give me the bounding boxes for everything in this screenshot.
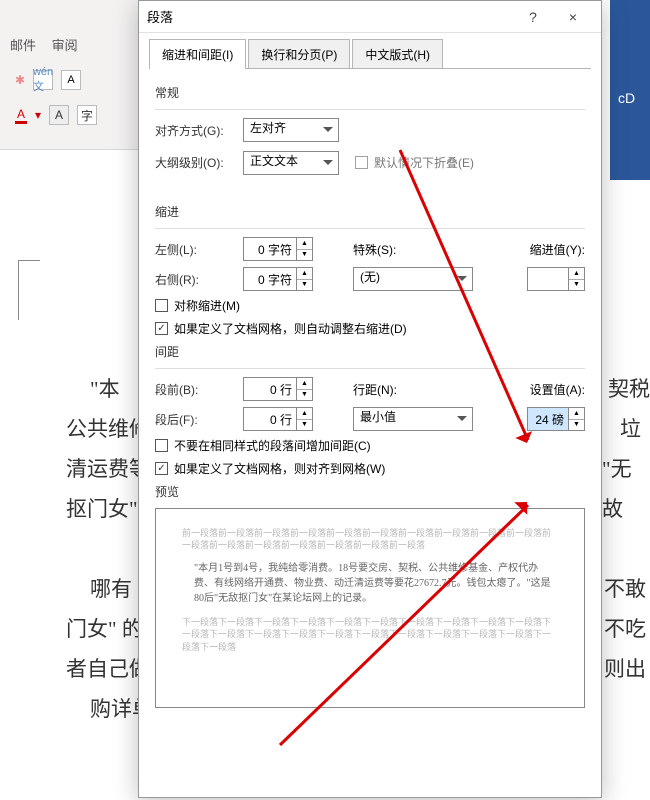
label-outline-level: 大纲级别(O):	[155, 154, 235, 171]
spin-up-icon[interactable]: ▲	[297, 408, 312, 420]
doc-text: "无故	[602, 450, 650, 530]
section-general: 常规	[155, 84, 585, 101]
dialog-tabs: 缩进和间距(I) 换行和分页(P) 中文版式(H)	[139, 33, 601, 69]
right-edge-text: cD	[618, 90, 635, 106]
at-value-input[interactable]	[528, 408, 568, 430]
spin-down-icon[interactable]: ▼	[569, 420, 584, 431]
ruler-margin-icon	[18, 260, 40, 320]
tab-chinese-typography[interactable]: 中文版式(H)	[352, 39, 443, 69]
space-after-input[interactable]	[244, 408, 296, 430]
eraser-icon[interactable]: ✱	[15, 73, 25, 87]
phonetic-guide-icon[interactable]: wén文	[33, 70, 53, 90]
tab-line-page-breaks[interactable]: 换行和分页(P)	[248, 39, 350, 69]
at-value-spinner[interactable]: ▲▼	[527, 407, 585, 431]
label-space-after: 段后(F):	[155, 411, 235, 428]
tab-indent-spacing[interactable]: 缩进和间距(I)	[149, 39, 246, 69]
spin-up-icon[interactable]: ▲	[569, 408, 584, 420]
mirror-indent-checkbox[interactable]	[155, 299, 168, 312]
char-shading-icon[interactable]: A	[49, 105, 69, 125]
auto-adjust-indent-label: 如果定义了文档网格，则自动调整右缩进(D)	[174, 320, 407, 337]
ribbon-tabs: 邮件 审阅	[10, 35, 90, 54]
enclose-char-icon[interactable]: 字	[77, 105, 97, 125]
doc-text: 哪有	[90, 570, 132, 610]
snap-to-grid-checkbox[interactable]: ✓	[155, 462, 168, 475]
spin-up-icon[interactable]: ▲	[297, 378, 312, 390]
no-space-same-style-checkbox[interactable]	[155, 439, 168, 452]
doc-text: 不吃	[604, 610, 646, 650]
help-button[interactable]: ?	[513, 9, 553, 25]
doc-text: "本	[90, 370, 120, 410]
preview-sample-text: "本月1号到4号，我纯给零消费。18号要交房、契税、公共维修基金、产权代办费、有…	[194, 561, 558, 606]
special-indent-select[interactable]: (无)	[353, 267, 473, 291]
snap-to-grid-label: 如果定义了文档网格，则对齐到网格(W)	[174, 460, 385, 477]
indent-left-input[interactable]	[244, 238, 296, 260]
dialog-titlebar: 段落 ? ×	[139, 1, 601, 33]
indent-left-spinner[interactable]: ▲▼	[243, 237, 313, 261]
spin-down-icon[interactable]: ▼	[569, 280, 584, 291]
word-title-edge: cD	[610, 0, 650, 180]
spin-down-icon[interactable]: ▼	[297, 250, 312, 261]
auto-adjust-indent-checkbox[interactable]: ✓	[155, 322, 168, 335]
mirror-indent-label: 对称缩进(M)	[174, 297, 240, 314]
preview-box: 前一段落前一段落前一段落前一段落前一段落前一段落前一段落前一段落前一段落前一段落…	[155, 508, 585, 708]
label-indent-left: 左侧(L):	[155, 241, 235, 258]
indent-right-input[interactable]	[244, 268, 296, 290]
label-special: 特殊(S):	[353, 241, 415, 258]
ribbon-tab-review[interactable]: 审阅	[52, 38, 78, 53]
section-indent: 缩进	[155, 203, 585, 220]
doc-text: 契税	[608, 370, 650, 410]
spin-down-icon[interactable]: ▼	[297, 390, 312, 401]
label-alignment: 对齐方式(G):	[155, 122, 235, 139]
preview-before-text: 前一段落前一段落前一段落前一段落前一段落前一段落前一段落前一段落前一段落前一段落…	[182, 527, 558, 551]
section-spacing: 间距	[155, 343, 585, 360]
indent-by-input[interactable]	[528, 268, 568, 290]
line-spacing-select[interactable]: 最小值	[353, 407, 473, 431]
space-before-spinner[interactable]: ▲▼	[243, 377, 313, 401]
space-after-spinner[interactable]: ▲▼	[243, 407, 313, 431]
collapse-default-label: 默认情况下折叠(E)	[374, 154, 474, 171]
word-ribbon-fragment: 邮件 审阅 ✱ wén文 A A▾ A 字	[0, 0, 140, 150]
indent-right-spinner[interactable]: ▲▼	[243, 267, 313, 291]
indent-by-spinner[interactable]: ▲▼	[527, 267, 585, 291]
spin-up-icon[interactable]: ▲	[297, 238, 312, 250]
label-at-value: 设置值(A):	[523, 381, 585, 398]
label-indent-right: 右侧(R):	[155, 271, 235, 288]
doc-text: 垃	[620, 410, 641, 450]
character-border-icon[interactable]: A	[61, 70, 81, 90]
space-before-input[interactable]	[244, 378, 296, 400]
doc-text: 抠门女"	[66, 490, 138, 530]
label-indent-by: 缩进值(Y):	[523, 241, 585, 258]
close-button[interactable]: ×	[553, 9, 593, 25]
label-line-spacing: 行距(N):	[353, 381, 415, 398]
label-space-before: 段前(B):	[155, 381, 235, 398]
outline-level-select[interactable]: 正文文本	[243, 151, 339, 175]
spin-down-icon[interactable]: ▼	[297, 280, 312, 291]
doc-text: 门女" 的	[66, 610, 143, 650]
spin-up-icon[interactable]: ▲	[297, 268, 312, 280]
ribbon-tab-mail[interactable]: 邮件	[10, 38, 36, 53]
paragraph-dialog: 段落 ? × 缩进和间距(I) 换行和分页(P) 中文版式(H) 常规 对齐方式…	[138, 0, 602, 798]
font-color-icon[interactable]: A	[15, 107, 27, 124]
spin-down-icon[interactable]: ▼	[297, 420, 312, 431]
preview-after-text: 下一段落下一段落下一段落下一段落下一段落下一段落下一段落下一段落下一段落下一段落…	[182, 616, 558, 652]
spin-up-icon[interactable]: ▲	[569, 268, 584, 280]
alignment-select[interactable]: 左对齐	[243, 118, 339, 142]
doc-text: 不敢	[604, 570, 646, 610]
no-space-same-style-label: 不要在相同样式的段落间增加间距(C)	[174, 437, 371, 454]
section-preview: 预览	[155, 483, 585, 500]
collapse-default-checkbox	[355, 156, 368, 169]
dialog-title: 段落	[147, 7, 513, 26]
doc-text: 则出	[604, 650, 646, 690]
